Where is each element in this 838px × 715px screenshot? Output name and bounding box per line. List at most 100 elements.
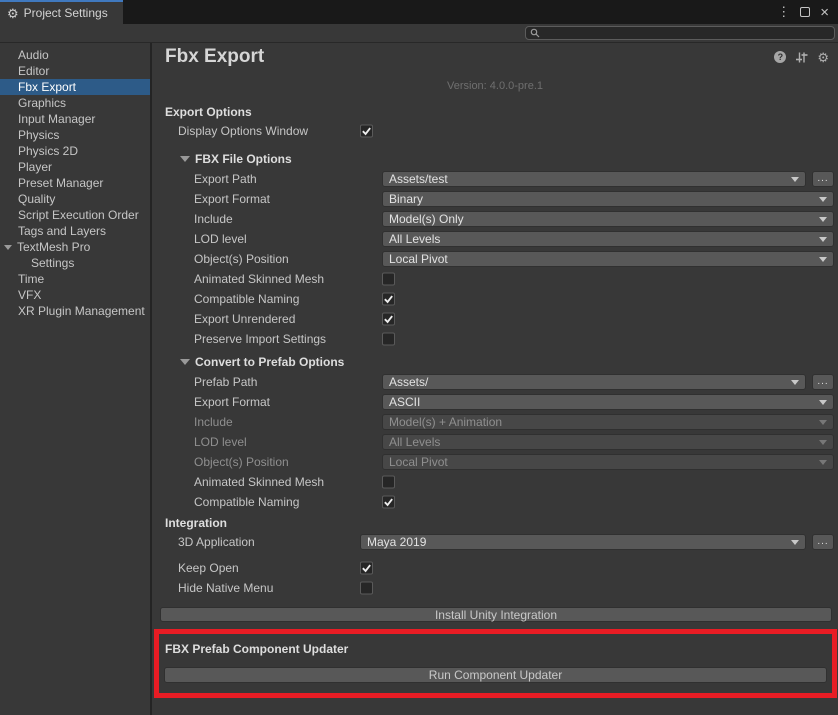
label-text: LOD level bbox=[194, 435, 247, 449]
run-component-updater-button[interactable]: Run Component Updater bbox=[164, 667, 827, 683]
field-value bbox=[382, 496, 834, 509]
project-settings-window: ⚙ Project Settings ⋮ × AudioEditorFbx Ex… bbox=[0, 0, 838, 715]
settings-row-integration: Integration bbox=[152, 514, 838, 532]
sidebar-item-audio[interactable]: Audio bbox=[0, 47, 150, 63]
label-text: Object(s) Position bbox=[194, 455, 289, 469]
foldout-triangle-icon[interactable] bbox=[180, 359, 190, 365]
chevron-down-icon bbox=[819, 217, 827, 222]
settings-row-compatible-naming: Compatible Naming bbox=[152, 289, 838, 309]
dropdown-export-path[interactable]: Assets/test bbox=[382, 171, 806, 187]
label-text: Preserve Import Settings bbox=[194, 332, 326, 346]
chevron-down-icon bbox=[819, 440, 827, 445]
sidebar-item-textmesh-pro[interactable]: TextMesh Pro bbox=[0, 239, 150, 255]
dropdown-value: Local Pivot bbox=[389, 455, 815, 469]
field-value: Assets/... bbox=[382, 374, 834, 390]
updater-section-title: FBX Prefab Component Updater bbox=[165, 642, 832, 657]
browse-button[interactable]: ... bbox=[812, 171, 834, 187]
label-text: Export Format bbox=[194, 192, 270, 206]
field-label: Keep Open bbox=[178, 561, 239, 575]
sidebar-item-tags-and-layers[interactable]: Tags and Layers bbox=[0, 223, 150, 239]
field-value bbox=[382, 476, 834, 489]
gear-icon[interactable]: ⚙ bbox=[817, 51, 829, 64]
dropdown-export-format[interactable]: Binary bbox=[382, 191, 834, 207]
close-icon[interactable]: × bbox=[820, 5, 829, 20]
checkbox-compatible-naming[interactable] bbox=[382, 293, 395, 306]
sidebar-item-label: Physics 2D bbox=[18, 144, 78, 158]
dropdown-object-s-position: Local Pivot bbox=[382, 454, 834, 470]
field-value: All Levels bbox=[382, 231, 834, 247]
sidebar-item-time[interactable]: Time bbox=[0, 271, 150, 287]
label-text: Animated Skinned Mesh bbox=[194, 272, 324, 286]
dropdown-value: Assets/ bbox=[389, 375, 787, 389]
sidebar-item-xr-plugin-management[interactable]: XR Plugin Management bbox=[0, 303, 150, 319]
kebab-menu-icon[interactable]: ⋮ bbox=[777, 4, 790, 20]
field-label: Object(s) Position bbox=[194, 455, 289, 469]
label-text: Animated Skinned Mesh bbox=[194, 475, 324, 489]
field-label: Display Options Window bbox=[178, 124, 308, 138]
settings-row-hide-native-menu: Hide Native Menu bbox=[152, 578, 838, 598]
dropdown-include: Model(s) + Animation bbox=[382, 414, 834, 430]
install-unity-integration-button[interactable]: Install Unity Integration bbox=[160, 607, 832, 622]
checkbox-animated-skinned-mesh[interactable] bbox=[382, 476, 395, 489]
field-value bbox=[382, 313, 834, 326]
sidebar-item-vfx[interactable]: VFX bbox=[0, 287, 150, 303]
label-text: LOD level bbox=[194, 232, 247, 246]
dropdown-include[interactable]: Model(s) Only bbox=[382, 211, 834, 227]
field-value bbox=[360, 582, 834, 595]
field-label[interactable]: Convert to Prefab Options bbox=[180, 355, 344, 369]
search-input[interactable] bbox=[543, 28, 830, 39]
checkbox-compatible-naming[interactable] bbox=[382, 496, 395, 509]
dropdown-3d-application[interactable]: Maya 2019 bbox=[360, 534, 806, 550]
sidebar-item-label: Settings bbox=[31, 256, 74, 270]
field-label: Animated Skinned Mesh bbox=[194, 475, 324, 489]
settings-row-display-options-window: Display Options Window bbox=[152, 121, 838, 141]
field-label[interactable]: FBX File Options bbox=[180, 152, 292, 166]
checkbox-animated-skinned-mesh[interactable] bbox=[382, 273, 395, 286]
checkmark-icon bbox=[383, 497, 394, 508]
search-box[interactable] bbox=[525, 26, 835, 40]
sidebar-item-input-manager[interactable]: Input Manager bbox=[0, 111, 150, 127]
label-text: Object(s) Position bbox=[194, 252, 289, 266]
dropdown-prefab-path[interactable]: Assets/ bbox=[382, 374, 806, 390]
presets-sliders-icon[interactable] bbox=[795, 51, 808, 64]
sidebar-item-player[interactable]: Player bbox=[0, 159, 150, 175]
browse-button[interactable]: ... bbox=[812, 534, 834, 550]
sidebar-item-script-execution-order[interactable]: Script Execution Order bbox=[0, 207, 150, 223]
dropdown-lod-level[interactable]: All Levels bbox=[382, 231, 834, 247]
dropdown-object-s-position[interactable]: Local Pivot bbox=[382, 251, 834, 267]
tab-label: Project Settings bbox=[24, 6, 108, 20]
sidebar-item-label: Quality bbox=[18, 192, 55, 206]
sidebar-item-label: VFX bbox=[18, 288, 41, 302]
tab-project-settings[interactable]: ⚙ Project Settings bbox=[0, 0, 123, 24]
checkbox-export-unrendered[interactable] bbox=[382, 313, 395, 326]
chevron-down-icon bbox=[791, 380, 799, 385]
sidebar-item-quality[interactable]: Quality bbox=[0, 191, 150, 207]
dropdown-value: Binary bbox=[389, 192, 815, 206]
dropdown-export-format[interactable]: ASCII bbox=[382, 394, 834, 410]
browse-button[interactable]: ... bbox=[812, 374, 834, 390]
sidebar-item-label: Audio bbox=[18, 48, 49, 62]
sidebar-item-physics-2d[interactable]: Physics 2D bbox=[0, 143, 150, 159]
maximize-icon[interactable] bbox=[800, 7, 810, 17]
field-label: Export Path bbox=[194, 172, 257, 186]
checkbox-keep-open[interactable] bbox=[360, 562, 373, 575]
sidebar-item-editor[interactable]: Editor bbox=[0, 63, 150, 79]
field-label: Include bbox=[194, 415, 233, 429]
sidebar-item-physics[interactable]: Physics bbox=[0, 127, 150, 143]
checkbox-display-options-window[interactable] bbox=[360, 125, 373, 138]
sidebar-item-preset-manager[interactable]: Preset Manager bbox=[0, 175, 150, 191]
checkmark-icon bbox=[361, 126, 372, 137]
sidebar-item-graphics[interactable]: Graphics bbox=[0, 95, 150, 111]
dropdown-value: Assets/test bbox=[389, 172, 787, 186]
sidebar-item-settings[interactable]: Settings bbox=[0, 255, 150, 271]
help-icon[interactable]: ? bbox=[774, 51, 786, 63]
chevron-down-icon bbox=[819, 460, 827, 465]
label-text: Export Unrendered bbox=[194, 312, 295, 326]
checkbox-hide-native-menu[interactable] bbox=[360, 582, 373, 595]
foldout-triangle-icon[interactable] bbox=[4, 245, 12, 250]
foldout-triangle-icon[interactable] bbox=[180, 156, 190, 162]
gear-icon: ⚙ bbox=[7, 7, 19, 20]
checkbox-preserve-import-settings[interactable] bbox=[382, 333, 395, 346]
sidebar-item-fbx-export[interactable]: Fbx Export bbox=[0, 79, 150, 95]
field-value bbox=[382, 273, 834, 286]
